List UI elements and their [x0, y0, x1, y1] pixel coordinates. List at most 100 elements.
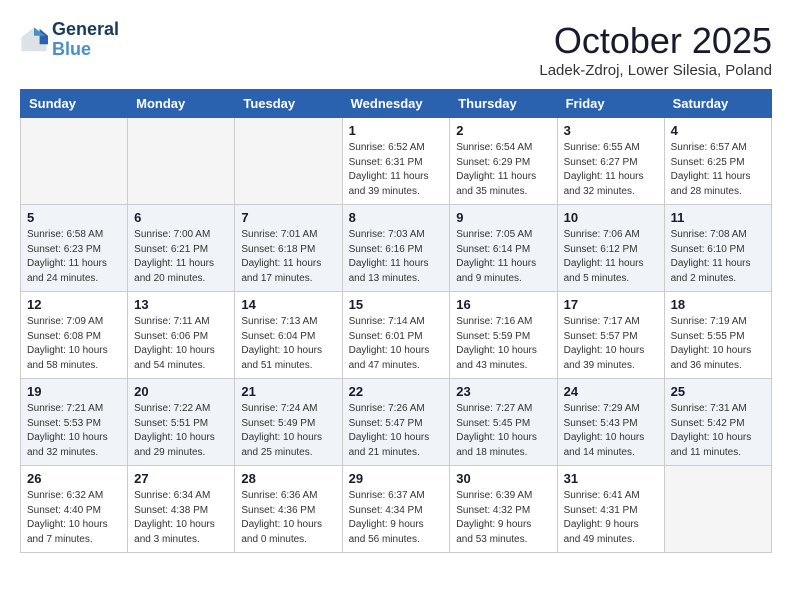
- table-row: 5 Sunrise: 6:58 AM Sunset: 6:23 PM Daylig…: [21, 205, 128, 292]
- day-number: 22: [349, 384, 444, 399]
- day-number: 2: [456, 123, 550, 138]
- day-info: Sunrise: 6:54 AM Sunset: 6:29 PM Dayligh…: [456, 141, 550, 199]
- day-number: 20: [134, 384, 228, 399]
- day-info: Sunrise: 7:03 AM Sunset: 6:16 PM Dayligh…: [349, 228, 444, 286]
- day-info: Sunrise: 6:57 AM Sunset: 6:25 PM Dayligh…: [671, 141, 765, 199]
- calendar-week-row: 26 Sunrise: 6:32 AM Sunset: 4:40 PM Dayli…: [21, 466, 772, 553]
- logo: General Blue: [20, 20, 119, 60]
- table-row: 12 Sunrise: 7:09 AM Sunset: 6:08 PM Dayli…: [21, 292, 128, 379]
- day-info: Sunrise: 6:58 AM Sunset: 6:23 PM Dayligh…: [27, 228, 121, 286]
- day-info: Sunrise: 7:06 AM Sunset: 6:12 PM Dayligh…: [564, 228, 658, 286]
- day-number: 13: [134, 297, 228, 312]
- day-number: 1: [349, 123, 444, 138]
- table-row: 17 Sunrise: 7:17 AM Sunset: 5:57 PM Dayli…: [557, 292, 664, 379]
- logo-line1: General: [52, 20, 119, 40]
- table-row: 18Sunrise: 7:19 AM Sunset: 5:55 PM Dayli…: [664, 292, 771, 379]
- table-row: 28Sunrise: 6:36 AM Sunset: 4:36 PM Dayli…: [235, 466, 342, 553]
- table-row: 11Sunrise: 7:08 AM Sunset: 6:10 PM Dayli…: [664, 205, 771, 292]
- table-row: [128, 118, 235, 205]
- day-info: Sunrise: 6:52 AM Sunset: 6:31 PM Dayligh…: [349, 141, 444, 199]
- day-info: Sunrise: 7:31 AM Sunset: 5:42 PM Dayligh…: [671, 402, 765, 460]
- table-row: 25 Sunrise: 7:31 AM Sunset: 5:42 PM Dayli…: [664, 379, 771, 466]
- day-number: 31: [564, 471, 658, 486]
- day-number: 27: [134, 471, 228, 486]
- header-saturday: Saturday: [664, 90, 771, 118]
- table-row: 3 Sunrise: 6:55 AM Sunset: 6:27 PM Daylig…: [557, 118, 664, 205]
- calendar-week-row: 12 Sunrise: 7:09 AM Sunset: 6:08 PM Dayli…: [21, 292, 772, 379]
- day-number: 30: [456, 471, 550, 486]
- day-number: 8: [349, 210, 444, 225]
- page: General Blue October 2025 Ladek-Zdroj, L…: [0, 0, 792, 563]
- table-row: 9 Sunrise: 7:05 AM Sunset: 6:14 PM Daylig…: [450, 205, 557, 292]
- day-info: Sunrise: 7:13 AM Sunset: 6:04 PM Dayligh…: [241, 315, 335, 373]
- day-number: 15: [349, 297, 444, 312]
- day-number: 17: [564, 297, 658, 312]
- day-info: Sunrise: 7:22 AM Sunset: 5:51 PM Dayligh…: [134, 402, 228, 460]
- calendar-week-row: 19 Sunrise: 7:21 AM Sunset: 5:53 PM Dayli…: [21, 379, 772, 466]
- table-row: [235, 118, 342, 205]
- table-row: 27 Sunrise: 6:34 AM Sunset: 4:38 PM Dayli…: [128, 466, 235, 553]
- table-row: 2 Sunrise: 6:54 AM Sunset: 6:29 PM Daylig…: [450, 118, 557, 205]
- day-info: Sunrise: 7:11 AM Sunset: 6:06 PM Dayligh…: [134, 315, 228, 373]
- calendar-week-row: 5 Sunrise: 6:58 AM Sunset: 6:23 PM Daylig…: [21, 205, 772, 292]
- day-info: Sunrise: 7:21 AM Sunset: 5:53 PM Dayligh…: [27, 402, 121, 460]
- day-number: 29: [349, 471, 444, 486]
- day-number: 7: [241, 210, 335, 225]
- table-row: 15Sunrise: 7:14 AM Sunset: 6:01 PM Dayli…: [342, 292, 450, 379]
- header-tuesday: Tuesday: [235, 90, 342, 118]
- table-row: 10 Sunrise: 7:06 AM Sunset: 6:12 PM Dayli…: [557, 205, 664, 292]
- day-number: 4: [671, 123, 765, 138]
- day-number: 25: [671, 384, 765, 399]
- table-row: 21Sunrise: 7:24 AM Sunset: 5:49 PM Dayli…: [235, 379, 342, 466]
- table-row: 24Sunrise: 7:29 AM Sunset: 5:43 PM Dayli…: [557, 379, 664, 466]
- table-row: [664, 466, 771, 553]
- day-info: Sunrise: 6:39 AM Sunset: 4:32 PM Dayligh…: [456, 489, 550, 547]
- day-info: Sunrise: 7:01 AM Sunset: 6:18 PM Dayligh…: [241, 228, 335, 286]
- day-number: 5: [27, 210, 121, 225]
- day-number: 26: [27, 471, 121, 486]
- table-row: 22Sunrise: 7:26 AM Sunset: 5:47 PM Dayli…: [342, 379, 450, 466]
- table-row: 14 Sunrise: 7:13 AM Sunset: 6:04 PM Dayli…: [235, 292, 342, 379]
- header-monday: Monday: [128, 90, 235, 118]
- day-info: Sunrise: 7:17 AM Sunset: 5:57 PM Dayligh…: [564, 315, 658, 373]
- table-row: 31Sunrise: 6:41 AM Sunset: 4:31 PM Dayli…: [557, 466, 664, 553]
- header: General Blue October 2025 Ladek-Zdroj, L…: [20, 20, 772, 79]
- table-row: [21, 118, 128, 205]
- day-info: Sunrise: 7:08 AM Sunset: 6:10 PM Dayligh…: [671, 228, 765, 286]
- day-number: 6: [134, 210, 228, 225]
- header-sunday: Sunday: [21, 90, 128, 118]
- day-number: 10: [564, 210, 658, 225]
- day-number: 16: [456, 297, 550, 312]
- day-number: 9: [456, 210, 550, 225]
- day-info: Sunrise: 7:19 AM Sunset: 5:55 PM Dayligh…: [671, 315, 765, 373]
- day-info: Sunrise: 6:37 AM Sunset: 4:34 PM Dayligh…: [349, 489, 444, 547]
- table-row: 8 Sunrise: 7:03 AM Sunset: 6:16 PM Daylig…: [342, 205, 450, 292]
- day-number: 23: [456, 384, 550, 399]
- day-info: Sunrise: 7:27 AM Sunset: 5:45 PM Dayligh…: [456, 402, 550, 460]
- day-number: 14: [241, 297, 335, 312]
- calendar-week-row: 1 Sunrise: 6:52 AM Sunset: 6:31 PM Daylig…: [21, 118, 772, 205]
- day-number: 28: [241, 471, 335, 486]
- title-block: October 2025 Ladek-Zdroj, Lower Silesia,…: [539, 20, 772, 79]
- day-info: Sunrise: 7:16 AM Sunset: 5:59 PM Dayligh…: [456, 315, 550, 373]
- header-friday: Friday: [557, 90, 664, 118]
- day-number: 3: [564, 123, 658, 138]
- day-info: Sunrise: 6:55 AM Sunset: 6:27 PM Dayligh…: [564, 141, 658, 199]
- day-number: 19: [27, 384, 121, 399]
- logo-icon: [20, 26, 48, 54]
- day-info: Sunrise: 7:09 AM Sunset: 6:08 PM Dayligh…: [27, 315, 121, 373]
- table-row: 23 Sunrise: 7:27 AM Sunset: 5:45 PM Dayli…: [450, 379, 557, 466]
- day-number: 24: [564, 384, 658, 399]
- logo-text: General Blue: [52, 20, 119, 60]
- weekday-header-row: Sunday Monday Tuesday Wednesday Thursday…: [21, 90, 772, 118]
- month-title: October 2025: [539, 20, 772, 62]
- day-number: 12: [27, 297, 121, 312]
- table-row: 19 Sunrise: 7:21 AM Sunset: 5:53 PM Dayli…: [21, 379, 128, 466]
- day-info: Sunrise: 6:32 AM Sunset: 4:40 PM Dayligh…: [27, 489, 121, 547]
- day-info: Sunrise: 7:05 AM Sunset: 6:14 PM Dayligh…: [456, 228, 550, 286]
- calendar-body: 1 Sunrise: 6:52 AM Sunset: 6:31 PM Daylig…: [21, 118, 772, 553]
- day-info: Sunrise: 6:34 AM Sunset: 4:38 PM Dayligh…: [134, 489, 228, 547]
- table-row: 16 Sunrise: 7:16 AM Sunset: 5:59 PM Dayli…: [450, 292, 557, 379]
- table-row: 1 Sunrise: 6:52 AM Sunset: 6:31 PM Daylig…: [342, 118, 450, 205]
- table-row: 4 Sunrise: 6:57 AM Sunset: 6:25 PM Daylig…: [664, 118, 771, 205]
